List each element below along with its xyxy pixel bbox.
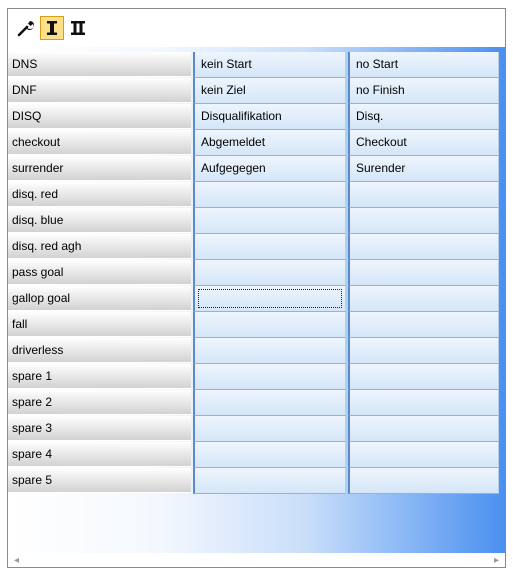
cell-english-text[interactable]: Surender bbox=[348, 156, 499, 182]
cell-german-text[interactable] bbox=[193, 468, 346, 494]
table-row: DNF kein Ziel no Finish bbox=[8, 78, 505, 104]
cell-german-text[interactable] bbox=[193, 312, 346, 338]
table-row: gallop goal bbox=[8, 286, 505, 312]
table-row: spare 1 bbox=[8, 364, 505, 390]
translation-table-window: DNS kein Start no Start DNF kein Ziel no Fini… bbox=[7, 8, 506, 568]
cell-german-text[interactable] bbox=[193, 338, 346, 364]
cell-german-text[interactable] bbox=[193, 416, 346, 442]
cell-german-text[interactable] bbox=[193, 286, 346, 312]
table-row: DNS kein Start no Start bbox=[8, 52, 505, 78]
table-row: driverless bbox=[8, 338, 505, 364]
language-two-button[interactable] bbox=[66, 16, 90, 40]
table-row: spare 3 bbox=[8, 416, 505, 442]
cell-english-text[interactable] bbox=[348, 390, 499, 416]
cell-english-text[interactable] bbox=[348, 338, 499, 364]
cell-text: Checkout bbox=[356, 135, 407, 149]
translation-grid: DNS kein Start no Start DNF kein Ziel no Fini… bbox=[8, 52, 505, 494]
cell-text: kein Start bbox=[201, 57, 252, 71]
cell-english-text[interactable] bbox=[348, 364, 499, 390]
row-header-code[interactable]: spare 5 bbox=[8, 468, 191, 493]
row-header-code[interactable]: spare 1 bbox=[8, 364, 191, 389]
cell-german-text[interactable] bbox=[193, 260, 346, 286]
cell-german-text[interactable] bbox=[193, 442, 346, 468]
cell-german-text[interactable]: kein Ziel bbox=[193, 78, 346, 104]
cell-german-text[interactable]: Aufgegegen bbox=[193, 156, 346, 182]
cell-german-text[interactable] bbox=[193, 182, 346, 208]
cell-german-text[interactable] bbox=[193, 390, 346, 416]
cell-english-text[interactable] bbox=[348, 182, 499, 208]
cell-english-text[interactable] bbox=[348, 468, 499, 494]
toolbar bbox=[8, 9, 505, 47]
cell-german-text[interactable] bbox=[193, 364, 346, 390]
cell-english-text[interactable]: Disq. bbox=[348, 104, 499, 130]
cell-text: Disq. bbox=[356, 109, 384, 123]
roman-one-icon bbox=[47, 21, 57, 35]
cell-german-text[interactable]: Disqualifikation bbox=[193, 104, 346, 130]
row-header-code[interactable]: spare 3 bbox=[8, 416, 191, 441]
roman-two-icon bbox=[71, 21, 85, 35]
scroll-left-icon[interactable]: ◂ bbox=[14, 555, 19, 566]
cell-english-text[interactable]: Checkout bbox=[348, 130, 499, 156]
table-row: spare 4 bbox=[8, 442, 505, 468]
cell-text: no Start bbox=[356, 57, 399, 71]
cell-english-text[interactable] bbox=[348, 260, 499, 286]
cell-german-text[interactable]: Abgemeldet bbox=[193, 130, 346, 156]
row-header-code[interactable]: checkout bbox=[8, 130, 191, 155]
row-header-code[interactable]: driverless bbox=[8, 338, 191, 363]
table-row: fall bbox=[8, 312, 505, 338]
row-header-code[interactable]: DNS bbox=[8, 52, 191, 77]
table-row: DISQ Disqualifikation Disq. bbox=[8, 104, 505, 130]
cell-text: Disqualifikation bbox=[201, 109, 282, 123]
row-header-code[interactable]: DISQ bbox=[8, 104, 191, 129]
cell-text: Abgemeldet bbox=[201, 135, 266, 149]
cell-text: no Finish bbox=[356, 83, 405, 97]
row-header-code[interactable]: fall bbox=[8, 312, 191, 337]
row-header-code[interactable]: disq. red bbox=[8, 182, 191, 207]
cell-english-text[interactable] bbox=[348, 312, 499, 338]
row-header-code[interactable]: gallop goal bbox=[8, 286, 191, 311]
row-header-code[interactable]: disq. blue bbox=[8, 208, 191, 233]
row-header-code[interactable]: DNF bbox=[8, 78, 191, 103]
row-header-code[interactable]: spare 4 bbox=[8, 442, 191, 467]
horizontal-scrollbar[interactable]: ◂ ▸ bbox=[8, 553, 505, 567]
table-row: disq. blue bbox=[8, 208, 505, 234]
settings-button[interactable] bbox=[14, 16, 38, 40]
table-row: surrender Aufgegegen Surender bbox=[8, 156, 505, 182]
cell-english-text[interactable] bbox=[348, 442, 499, 468]
cell-english-text[interactable] bbox=[348, 416, 499, 442]
cell-english-text[interactable]: no Finish bbox=[348, 78, 499, 104]
cell-text: Surender bbox=[356, 161, 406, 175]
table-row: checkout Abgemeldet Checkout bbox=[8, 130, 505, 156]
cell-german-text[interactable] bbox=[193, 234, 346, 260]
cell-english-text[interactable] bbox=[348, 286, 499, 312]
table-row: pass goal bbox=[8, 260, 505, 286]
cell-english-text[interactable] bbox=[348, 234, 499, 260]
table-row: spare 5 bbox=[8, 468, 505, 494]
focus-indicator bbox=[198, 289, 342, 308]
wrench-icon bbox=[17, 21, 34, 37]
table-row: disq. red bbox=[8, 182, 505, 208]
cell-german-text[interactable] bbox=[193, 208, 346, 234]
row-header-code[interactable]: pass goal bbox=[8, 260, 191, 285]
language-one-button[interactable] bbox=[40, 16, 64, 40]
cell-text: kein Ziel bbox=[201, 83, 246, 97]
cell-english-text[interactable] bbox=[348, 208, 499, 234]
cell-english-text[interactable]: no Start bbox=[348, 52, 499, 78]
scroll-right-icon[interactable]: ▸ bbox=[494, 555, 499, 566]
table-row: spare 2 bbox=[8, 390, 505, 416]
row-header-code[interactable]: spare 2 bbox=[8, 390, 191, 415]
row-header-code[interactable]: surrender bbox=[8, 156, 191, 181]
cell-text: Aufgegegen bbox=[201, 161, 266, 175]
table-row: disq. red agh bbox=[8, 234, 505, 260]
row-header-code[interactable]: disq. red agh bbox=[8, 234, 191, 259]
cell-german-text[interactable]: kein Start bbox=[193, 52, 346, 78]
